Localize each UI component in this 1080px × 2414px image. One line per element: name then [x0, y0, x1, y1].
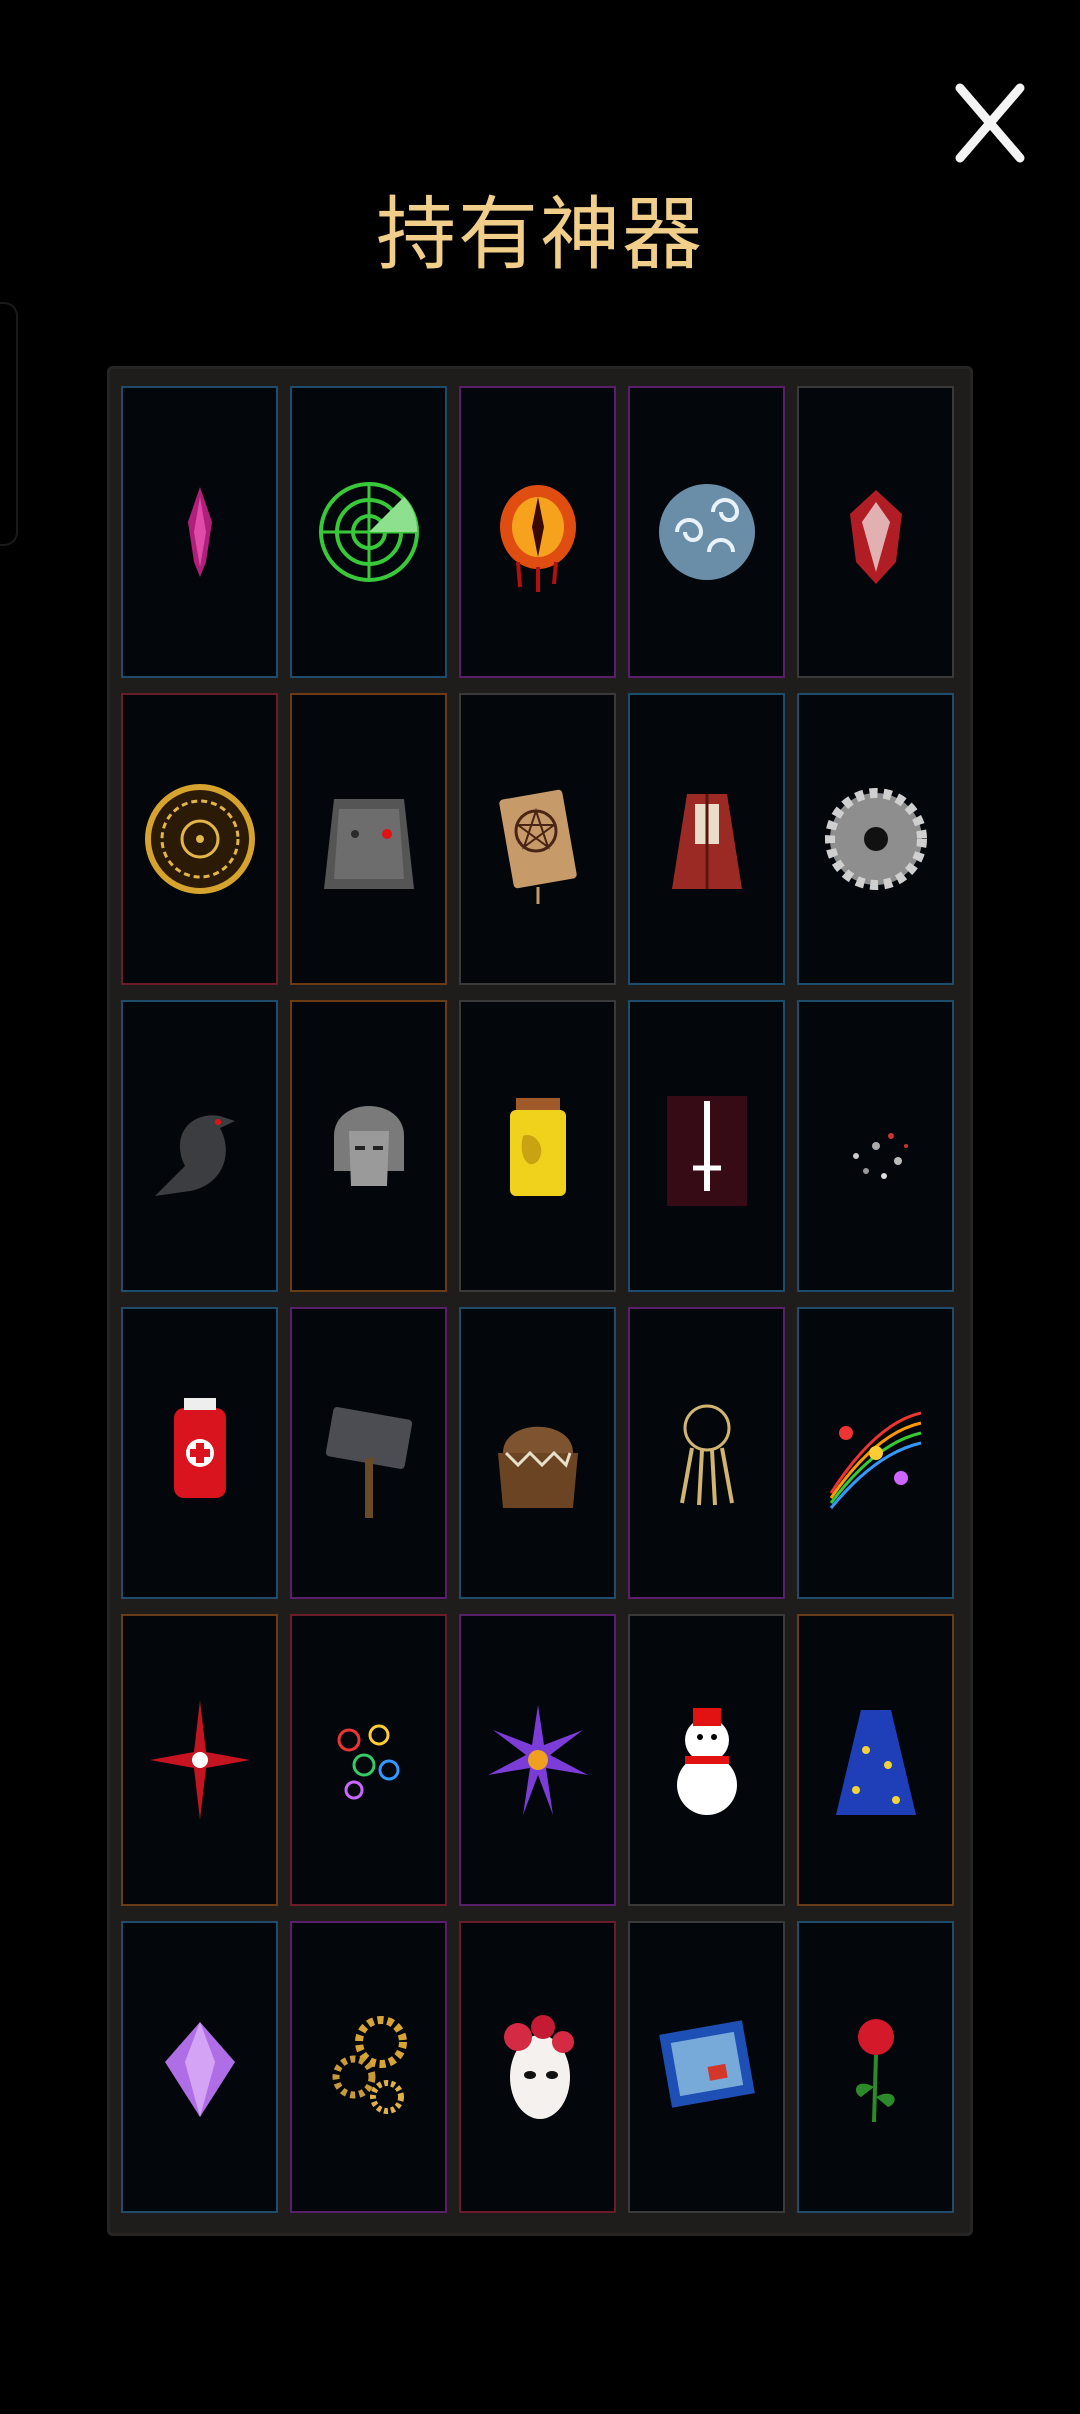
mimic-chest-icon [497, 1426, 578, 1508]
artifact-card[interactable] [290, 1307, 447, 1599]
artifact-card[interactable] [121, 693, 278, 985]
artifact-card[interactable] [290, 693, 447, 985]
artifact-card[interactable] [797, 386, 954, 678]
artifact-card[interactable] [121, 1614, 278, 1906]
artifact-card[interactable] [628, 1921, 785, 2213]
pentagram-book-icon [498, 789, 577, 904]
stone-hammer-icon [325, 1407, 412, 1518]
purple-spiky-orb-icon [487, 1705, 588, 1815]
artifact-grid [121, 386, 961, 2213]
artifact-card[interactable] [797, 1614, 954, 1906]
green-radar-icon [318, 482, 419, 582]
red-robe-icon [671, 794, 742, 889]
artifact-card[interactable] [628, 386, 785, 678]
snowman-icon [676, 1708, 737, 1815]
artifact-card[interactable] [628, 1000, 785, 1292]
artifact-card[interactable] [628, 693, 785, 985]
yellow-jar-icon [509, 1098, 566, 1196]
artifact-card[interactable] [459, 386, 616, 678]
iron-mask-helmet-icon [333, 1106, 404, 1186]
painting-frame-icon [658, 2020, 755, 2108]
artifact-card[interactable] [121, 386, 278, 678]
page-title: 持有神器 [376, 188, 704, 281]
starry-blue-cape-icon [835, 1710, 916, 1815]
artifact-card[interactable] [121, 1000, 278, 1292]
artifact-card[interactable] [628, 1614, 785, 1906]
artifact-card[interactable] [290, 1921, 447, 2213]
stone-golem-face-icon [323, 799, 414, 889]
colorful-rings-icon [337, 1724, 399, 1800]
artifact-card[interactable] [797, 1307, 954, 1599]
artifact-card[interactable] [797, 1000, 954, 1292]
key-ring-icon [679, 1404, 734, 1506]
scroll-hint-edge [121, 2228, 961, 2238]
golden-clock-dial-icon [144, 784, 255, 894]
artifact-card[interactable] [459, 1614, 616, 1906]
close-icon[interactable] [950, 78, 1030, 168]
artifact-card[interactable] [290, 1614, 447, 1906]
artifact-card[interactable] [290, 386, 447, 678]
saw-blade-icon [824, 788, 927, 890]
artifact-card[interactable] [290, 1000, 447, 1292]
artifact-card[interactable] [797, 1921, 954, 2213]
artifact-card[interactable] [121, 1307, 278, 1599]
red-star-sparkle-icon [149, 1700, 250, 1820]
music-notes-icon [829, 1411, 921, 1509]
artifact-card[interactable] [797, 693, 954, 985]
golden-gears-icon [332, 2016, 407, 2114]
burning-eye-icon [499, 485, 576, 592]
purple-gem-icon [164, 2022, 235, 2117]
artifact-card[interactable] [459, 1921, 616, 2213]
artifact-card[interactable] [628, 1307, 785, 1599]
magenta-crystal-shard-icon [187, 487, 212, 577]
glowing-dagger-icon [666, 1096, 747, 1206]
red-heart-crystal-icon [849, 490, 902, 584]
artifact-card[interactable] [459, 1000, 616, 1292]
red-rose-icon [855, 2019, 895, 2123]
black-raven-icon [154, 1115, 235, 1196]
artifact-card[interactable] [121, 1921, 278, 2213]
blood-bag-icon [173, 1398, 226, 1498]
swirling-cloud-orb-icon [658, 484, 755, 580]
side-tab-handle[interactable] [0, 302, 18, 546]
artifact-card[interactable] [459, 693, 616, 985]
artifact-card[interactable] [459, 1307, 616, 1599]
scattered-dust-icon [852, 1133, 908, 1179]
rose-mask-icon [503, 2015, 574, 2119]
